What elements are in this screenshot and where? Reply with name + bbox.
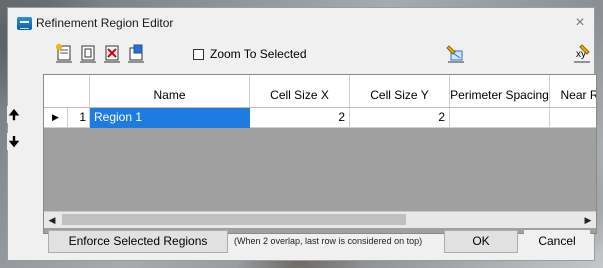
scroll-right-icon[interactable]: ▶ (580, 212, 596, 228)
zoom-to-selected-label: Zoom To Selected (210, 47, 307, 61)
enforce-selected-regions-button[interactable]: Enforce Selected Regions (48, 230, 228, 253)
table-header: Name Cell Size X Cell Size Y Perimeter S… (44, 75, 596, 108)
zoom-to-selected-toggle[interactable]: Zoom To Selected (193, 45, 307, 63)
window-title: Refinement Region Editor (36, 16, 174, 30)
cell-near[interactable] (550, 108, 596, 128)
column-header-cell-size-x[interactable]: Cell Size X (250, 75, 350, 107)
import-icon (128, 44, 144, 63)
close-icon[interactable]: × (571, 15, 589, 31)
move-row-down-button[interactable]: 🠋 (7, 133, 21, 150)
cell-cell-size-x[interactable]: 2 (250, 108, 350, 128)
cell-name[interactable]: Region 1 (90, 108, 250, 128)
column-header-perimeter-spacing[interactable]: Perimeter Spacing (450, 75, 550, 107)
column-header-near[interactable]: Near R (550, 75, 596, 107)
cell-perimeter-spacing[interactable] (450, 108, 550, 128)
new-row-button[interactable] (54, 43, 75, 63)
ok-button[interactable]: OK (444, 230, 518, 253)
scrollbar-thumb[interactable] (62, 214, 406, 225)
table-row[interactable]: ▶ 1 Region 1 2 2 (44, 108, 596, 128)
map-edit-icon (446, 45, 464, 63)
delete-row-button[interactable] (102, 43, 123, 63)
regions-table: Name Cell Size X Cell Size Y Perimeter S… (43, 74, 597, 234)
row-indicator-icon: ▶ (44, 108, 68, 128)
arrow-down-icon: 🠋 (8, 134, 20, 149)
overlap-hint: (When 2 overlap, last row is considered … (234, 236, 423, 246)
cancel-button[interactable]: Cancel (524, 230, 590, 253)
horizontal-scrollbar[interactable]: ◀ ▶ (44, 211, 596, 228)
map-edit-button[interactable] (446, 43, 467, 63)
move-row-up-button[interactable]: 🠉 (7, 106, 21, 123)
new-row-icon (56, 44, 72, 63)
title-bar: Refinement Region Editor × (8, 8, 594, 38)
copy-row-icon (80, 45, 96, 63)
import-button[interactable] (126, 43, 147, 63)
delete-row-icon (104, 45, 120, 63)
grid-editor-icon (17, 17, 32, 30)
zoom-to-selected-checkbox[interactable] (193, 48, 204, 60)
arrow-up-icon: 🠉 (8, 107, 20, 122)
cell-cell-size-y[interactable]: 2 (350, 108, 450, 128)
column-header-name[interactable]: Name (90, 75, 250, 107)
copy-row-button[interactable] (78, 43, 99, 63)
xy-coordinates-button[interactable]: xy (572, 43, 593, 63)
scroll-left-icon[interactable]: ◀ (44, 212, 60, 228)
column-header-cell-size-y[interactable]: Cell Size Y (350, 75, 450, 107)
row-number: 1 (68, 108, 90, 128)
xy-coordinates-icon: xy (574, 44, 590, 63)
refinement-region-editor-dialog: Refinement Region Editor × Zoom To Selec… (7, 7, 597, 261)
row-header-corner (44, 75, 90, 107)
